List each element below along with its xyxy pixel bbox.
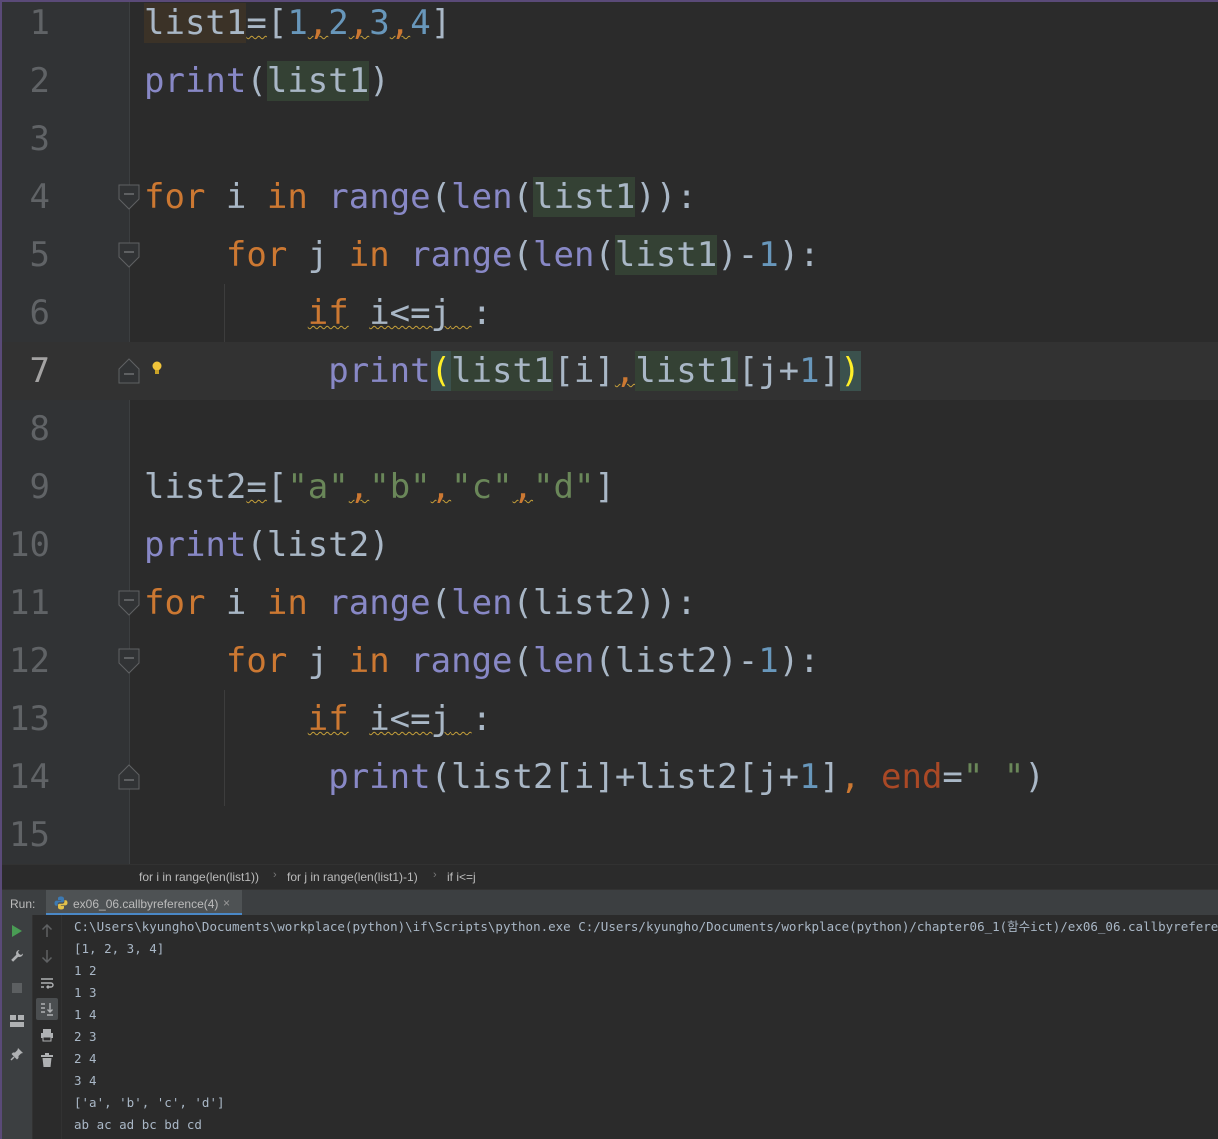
console-line: 1 3 xyxy=(74,985,97,1000)
code-text: list1=[1,2,3,4] xyxy=(144,3,452,43)
up-arrow-icon[interactable] xyxy=(38,922,56,940)
console-line: ['a', 'b', 'c', 'd'] xyxy=(74,1095,225,1110)
console-line: [1, 2, 3, 4] xyxy=(74,941,165,956)
line-number: 4 xyxy=(29,177,50,217)
line-number: 7 xyxy=(29,351,50,391)
code-line[interactable]: 10 print(list2) xyxy=(2,516,1218,574)
line-number: 9 xyxy=(29,467,50,507)
line-number: 11 xyxy=(9,583,50,623)
breadcrumb-item[interactable]: if i<=j xyxy=(447,870,476,884)
fold-collapse-icon[interactable] xyxy=(118,590,140,616)
fold-end-icon[interactable] xyxy=(118,358,140,384)
code-line[interactable]: 14 print(list2[i]+list2[j+1], end=" ") xyxy=(2,748,1218,806)
code-text: list2=["a","b","c","d"] xyxy=(144,467,615,507)
line-number: 14 xyxy=(9,757,50,797)
code-line[interactable]: 2 print(list1) xyxy=(2,52,1218,110)
code-line[interactable]: 11 for i in range(len(list2)): xyxy=(2,574,1218,632)
code-text: for i in range(len(list2)): xyxy=(144,583,697,623)
run-config-tab[interactable]: ex06_06.callbyreference(4) × xyxy=(46,890,242,916)
fold-end-icon[interactable] xyxy=(118,764,140,790)
code-text: print(list2) xyxy=(144,525,390,565)
code-line-current[interactable]: 7 print(list1[i],list1[j+1]) xyxy=(2,342,1218,400)
code-line[interactable]: 3 xyxy=(2,110,1218,168)
run-toolbar-right xyxy=(33,915,62,1139)
code-text: print(list1[i],list1[j+1]) xyxy=(328,351,861,391)
line-number: 8 xyxy=(29,409,50,449)
scroll-to-end-icon[interactable] xyxy=(36,998,58,1020)
code-line[interactable]: 15 xyxy=(2,806,1218,864)
fold-collapse-icon[interactable] xyxy=(118,184,140,210)
close-icon[interactable]: × xyxy=(223,896,230,910)
code-text: if i<=j : xyxy=(307,699,493,739)
code-text: print(list1) xyxy=(144,61,390,101)
line-number: 6 xyxy=(29,293,50,333)
down-arrow-icon[interactable] xyxy=(38,947,56,965)
code-line[interactable]: 4 for i in range(len(list1)): xyxy=(2,168,1218,226)
code-line[interactable]: 5 for j in range(len(list1)-1): xyxy=(2,226,1218,284)
code-text: print(list2[i]+list2[j+1], end=" ") xyxy=(328,757,1045,797)
code-line[interactable]: 9 list2=["a","b","c","d"] xyxy=(2,458,1218,516)
console-line: 2 4 xyxy=(74,1051,97,1066)
console-line: 2 3 xyxy=(74,1029,97,1044)
trash-icon[interactable] xyxy=(38,1051,56,1069)
line-number: 10 xyxy=(9,525,50,565)
line-number: 12 xyxy=(9,641,50,681)
breadcrumb-item[interactable]: for i in range(len(list1)) xyxy=(139,870,259,884)
breadcrumb: for i in range(len(list1)) › for j in ra… xyxy=(2,864,1218,889)
code-line[interactable]: 13 if i<=j : xyxy=(2,690,1218,748)
code-line[interactable]: 6 if i<=j : xyxy=(2,284,1218,342)
line-number: 1 xyxy=(29,3,50,43)
line-number: 3 xyxy=(29,119,50,159)
run-label: Run: xyxy=(10,897,36,911)
stop-icon[interactable] xyxy=(8,979,26,997)
line-number: 2 xyxy=(29,61,50,101)
fold-collapse-icon[interactable] xyxy=(118,648,140,674)
code-text: for j in range(len(list1)-1): xyxy=(225,235,820,275)
line-number: 5 xyxy=(29,235,50,275)
chevron-right-icon: › xyxy=(273,869,277,881)
run-icon[interactable] xyxy=(8,922,26,940)
code-line[interactable]: 12 for j in range(len(list2)-1): xyxy=(2,632,1218,690)
code-text: for j in range(len(list2)-1): xyxy=(225,641,820,681)
code-editor[interactable]: 1 list1=[1,2,3,4] 2 print(list1) 3 4 for… xyxy=(2,2,1218,864)
soft-wrap-icon[interactable] xyxy=(38,974,56,992)
console-line: 1 4 xyxy=(74,1007,97,1022)
run-tab-label: ex06_06.callbyreference(4) xyxy=(73,897,219,911)
console-output[interactable]: C:\Users\kyungho\Documents\workplace(pyt… xyxy=(74,915,1218,1139)
line-number: 13 xyxy=(9,699,50,739)
fold-collapse-icon[interactable] xyxy=(118,242,140,268)
code-text: for i in range(len(list1)): xyxy=(144,177,697,217)
chevron-right-icon: › xyxy=(433,869,437,881)
wrench-icon[interactable] xyxy=(8,947,26,965)
console-line: 3 4 xyxy=(74,1073,97,1088)
run-panel: C:\Users\kyungho\Documents\workplace(pyt… xyxy=(2,915,1218,1139)
print-icon[interactable] xyxy=(38,1026,56,1044)
console-line: 1 2 xyxy=(74,963,97,978)
console-line: C:\Users\kyungho\Documents\workplace(pyt… xyxy=(74,919,1218,934)
run-toolbar-left xyxy=(2,915,33,1139)
line-number: 15 xyxy=(9,815,50,855)
code-line[interactable]: 1 list1=[1,2,3,4] xyxy=(2,2,1218,52)
console-line: ab ac ad bc bd cd xyxy=(74,1117,202,1132)
layout-icon[interactable] xyxy=(8,1012,26,1030)
pin-icon[interactable] xyxy=(8,1045,26,1063)
run-panel-header: Run: ex06_06.callbyreference(4) × xyxy=(2,889,1218,917)
code-text: if i<=j : xyxy=(307,293,493,333)
code-line[interactable]: 8 xyxy=(2,400,1218,458)
breadcrumb-item[interactable]: for j in range(len(list1)-1) xyxy=(287,870,418,884)
python-icon xyxy=(54,896,68,910)
